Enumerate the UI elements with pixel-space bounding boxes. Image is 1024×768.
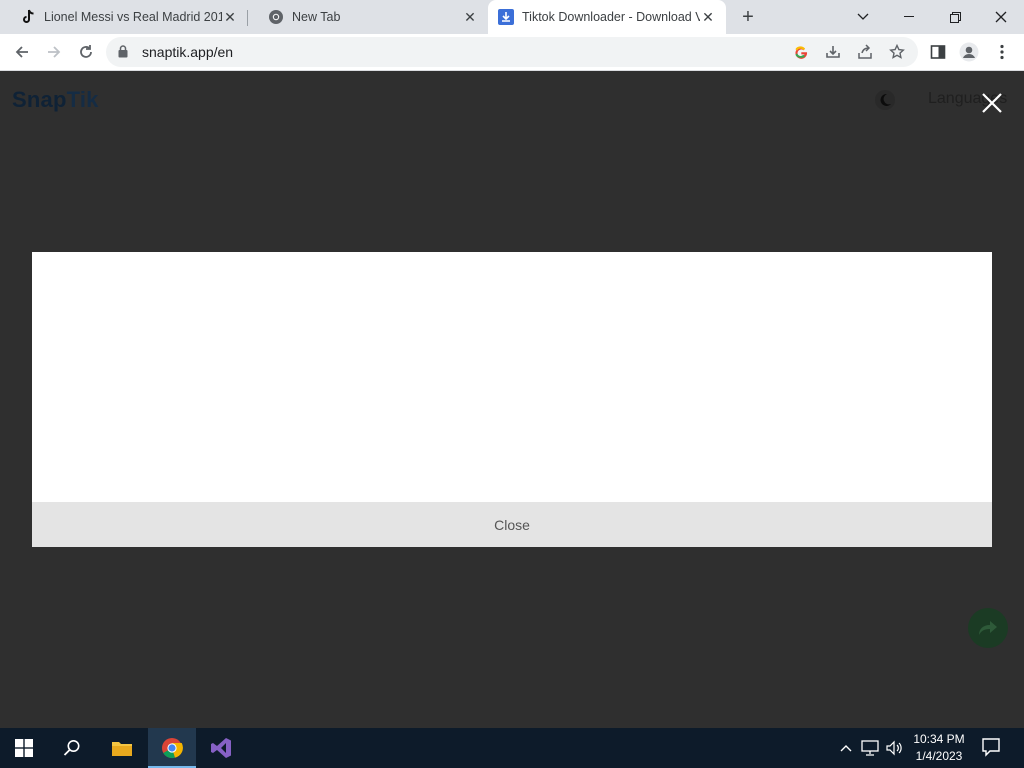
- clock-date: 1/4/2023: [915, 749, 963, 763]
- close-window-button[interactable]: [978, 0, 1024, 34]
- windows-logo-icon: [15, 739, 33, 757]
- logo-part-tik: Tik: [66, 87, 99, 112]
- visual-studio-button[interactable]: [197, 728, 245, 768]
- modal-body: [32, 252, 992, 502]
- search-icon: [63, 740, 80, 756]
- dark-mode-icon[interactable]: [874, 89, 896, 111]
- tab-title: Tiktok Downloader - Download Video: [522, 10, 700, 24]
- visual-studio-icon: [211, 738, 231, 758]
- start-button[interactable]: [0, 728, 48, 768]
- tab-search-icon[interactable]: [840, 0, 886, 34]
- network-icon[interactable]: [861, 738, 879, 758]
- minimize-button[interactable]: [886, 0, 932, 34]
- folder-icon: [112, 742, 132, 756]
- notification-center-icon[interactable]: [980, 736, 1002, 758]
- google-translate-icon[interactable]: [792, 43, 810, 61]
- back-button[interactable]: [8, 38, 36, 66]
- ad-modal: Close: [32, 252, 992, 547]
- show-hidden-icons-chevron[interactable]: [837, 738, 855, 758]
- file-explorer-button[interactable]: [98, 728, 146, 768]
- volume-icon[interactable]: [885, 738, 903, 758]
- forward-button[interactable]: [40, 38, 68, 66]
- snaptik-logo[interactable]: SnapTik: [12, 87, 99, 113]
- lock-icon[interactable]: [118, 45, 128, 61]
- kebab-menu-icon[interactable]: [992, 42, 1012, 62]
- clock-time: 10:34 PM: [913, 732, 965, 746]
- windows-taskbar: 10:34 PM 1/4/2023: [0, 728, 1024, 768]
- restore-button[interactable]: [932, 0, 978, 34]
- side-panel-icon[interactable]: [928, 42, 948, 62]
- close-overlay-icon[interactable]: [980, 91, 1004, 115]
- tab-tiktok-downloader[interactable]: Tiktok Downloader - Download Video ✕: [488, 0, 726, 34]
- tab-lionel-messi[interactable]: Lionel Messi vs Real Madrid 2017 ✕: [0, 0, 248, 34]
- close-tab-icon[interactable]: ✕: [462, 9, 478, 25]
- reload-button[interactable]: [72, 38, 100, 66]
- chrome-icon: [268, 9, 284, 25]
- tiktok-icon: [20, 9, 36, 25]
- download-favicon: [498, 9, 514, 25]
- tab-title: Lionel Messi vs Real Madrid 2017: [44, 10, 222, 24]
- address-bar[interactable]: snaptik.app/en: [106, 37, 918, 67]
- profile-avatar-icon[interactable]: [959, 42, 979, 62]
- share-arrow-icon: [979, 621, 997, 635]
- close-tab-icon[interactable]: ✕: [222, 9, 238, 25]
- modal-close-button[interactable]: Close: [32, 502, 992, 547]
- tab-new-tab[interactable]: New Tab ✕: [248, 0, 488, 34]
- tab-strip: Lionel Messi vs Real Madrid 2017 ✕ New T…: [0, 0, 1024, 34]
- share-icon[interactable]: [856, 43, 874, 61]
- tab-title: New Tab: [292, 10, 341, 24]
- chrome-taskbar-button[interactable]: [148, 728, 196, 768]
- close-tab-icon[interactable]: ✕: [700, 9, 716, 25]
- taskbar-clock[interactable]: 10:34 PM 1/4/2023: [906, 731, 972, 765]
- bookmark-star-icon[interactable]: [888, 43, 906, 61]
- install-app-icon[interactable]: [824, 43, 842, 61]
- chrome-logo-icon: [162, 738, 183, 759]
- new-tab-button[interactable]: +: [736, 6, 760, 28]
- logo-part-snap: Snap: [12, 87, 67, 112]
- browser-toolbar: snaptik.app/en: [0, 34, 1024, 71]
- share-fab-button[interactable]: [968, 608, 1008, 648]
- taskbar-search-button[interactable]: [48, 728, 96, 768]
- page-overlay[interactable]: SnapTik Languages Close: [0, 71, 1024, 728]
- url-text: snaptik.app/en: [142, 44, 234, 60]
